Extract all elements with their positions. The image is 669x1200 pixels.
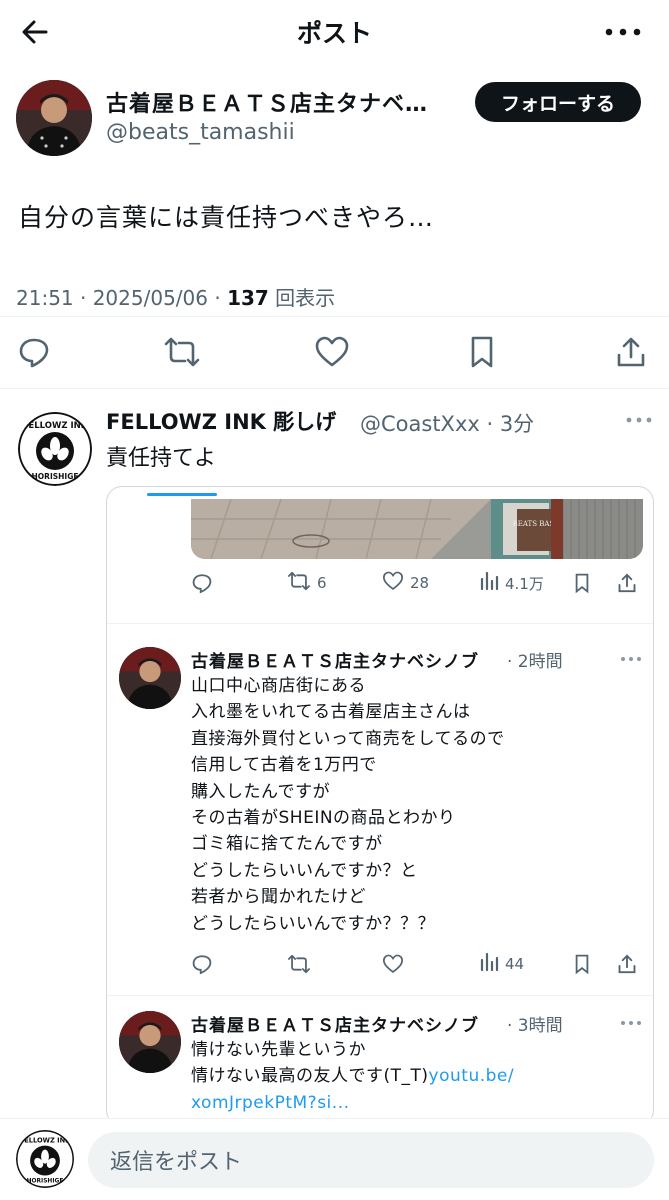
reply-text: 責任持てよ (106, 446, 217, 471)
body-line: 信用して古着を1万円で (191, 755, 377, 776)
views-count: 4.1万 (505, 574, 544, 593)
share-icon[interactable] (617, 949, 637, 979)
like-count: 28 (410, 574, 430, 592)
scroll-indicator (147, 493, 217, 496)
quoted-avatar[interactable] (119, 647, 181, 709)
body-line: 入れ墨をいれてる古着屋店主さんは (191, 702, 471, 723)
post-timestamp: 21:51 · 2025/05/06 · (16, 286, 228, 310)
page-title: ポスト (296, 19, 372, 48)
views-count: 44 (505, 955, 525, 973)
quoted-tweet-body: 情けない先輩というか 情けない最高の友人です(T_T)youtu.be/ xom… (191, 1037, 514, 1116)
youtube-link[interactable]: xomJrpekPtM?si... (191, 1090, 514, 1116)
reply-handle-time[interactable]: @CoastXxx · 3分 (360, 408, 534, 438)
analytics-icon (479, 571, 499, 595)
share-icon[interactable] (617, 568, 637, 598)
views-label: 回表示 (268, 286, 336, 310)
more-horizontal-icon[interactable] (619, 1015, 643, 1029)
quoted-actions-1: 6 28 4.1万 (107, 568, 653, 598)
avatar-text-bottom: HORISHIGE (27, 1179, 64, 1185)
street-photo: BEATS BASE (191, 499, 643, 559)
body-line: 情けない先輩というか (191, 1040, 366, 1060)
views-stat[interactable]: 4.1万 (479, 568, 544, 598)
quoted-avatar[interactable] (119, 1011, 181, 1073)
reply-author-name[interactable]: FELLOWZ INK 彫しげ (106, 406, 336, 436)
body-line: 情けない最高の友人です(T_T)youtu.be/ (191, 1063, 514, 1089)
reply-attached-image[interactable]: BEATS BASE 6 28 4.1万 古着屋ＢＥＡＴＳ店主タナベシノブ · … (106, 486, 654, 1126)
quoted-actions-2: 44 (107, 949, 653, 979)
post-actions (0, 330, 669, 374)
avatar-text-top: FELLOWZ INK (23, 421, 88, 431)
author-avatar[interactable] (16, 80, 92, 156)
like-icon (382, 570, 404, 596)
body-line: 購入したんですが (191, 781, 331, 802)
top-bar: ポスト (0, 0, 669, 64)
divider (107, 623, 653, 624)
views-count: 137 (227, 286, 269, 310)
divider (0, 388, 669, 389)
body-line: 山口中心商店街にある (191, 676, 366, 696)
body-line: 若者から聞かれたけど (191, 887, 366, 908)
analytics-icon (479, 952, 499, 976)
youtube-link[interactable]: youtu.be/ (429, 1066, 515, 1086)
views-stat[interactable]: 44 (479, 949, 524, 979)
divider (0, 316, 669, 317)
like-icon[interactable] (312, 330, 352, 374)
quoted-time: · 3時間 (507, 1016, 563, 1036)
like-icon[interactable] (382, 949, 404, 979)
more-horizontal-icon[interactable] (619, 651, 643, 665)
quoted-tweet-body: 山口中心商店街にある 入れ墨をいれてる古着屋店主さんは 直接海外買付といって商売… (191, 673, 505, 937)
retweet-count: 6 (317, 574, 327, 592)
body-line: 直接海外買付といって商売をしてるので (191, 728, 505, 749)
divider (107, 995, 653, 996)
reply-avatar[interactable]: FELLOWZ INK HORISHIGE (18, 412, 92, 486)
reply-icon[interactable] (191, 949, 213, 979)
reply-input[interactable]: 返信をポスト (88, 1132, 654, 1188)
avatar-text-top: FELLOWZ INK (20, 1137, 72, 1145)
bookmark-icon[interactable] (573, 949, 591, 979)
reply-icon[interactable] (191, 568, 213, 598)
quoted-author-name[interactable]: 古着屋ＢＥＡＴＳ店主タナベシノブ (191, 1011, 479, 1036)
post-text: 自分の言葉には責任持つべきやろ… (18, 203, 435, 232)
body-text: 情けない最高の友人です(T_T) (191, 1066, 429, 1087)
body-line: どうしたらいいんですか？と (191, 860, 418, 881)
reply-icon[interactable] (14, 330, 54, 374)
avatar-text-bottom: HORISHIGE (32, 472, 79, 481)
author-handle[interactable]: @beats_tamashii (106, 120, 295, 145)
retweet-icon (287, 570, 311, 596)
post-meta: 21:51 · 2025/05/06 · 137 回表示 (16, 282, 335, 311)
retweet-icon[interactable] (287, 949, 311, 979)
author-name[interactable]: 古着屋ＢＥＡＴＳ店主タナベ… (106, 86, 456, 118)
more-horizontal-icon[interactable] (598, 12, 648, 52)
body-line: どうしたらいいんですか？？？ (191, 913, 436, 934)
body-line: その古着がSHEINの商品とわかり (191, 808, 456, 829)
like-stat[interactable]: 28 (382, 568, 429, 598)
quoted-author-name[interactable]: 古着屋ＢＥＡＴＳ店主タナベシノブ (191, 647, 479, 672)
bookmark-icon[interactable] (573, 568, 591, 598)
share-icon[interactable] (611, 330, 651, 374)
current-user-avatar[interactable]: FELLOWZ INK HORISHIGE (16, 1130, 74, 1188)
body-line: ゴミ箱に捨てたんですが (191, 834, 383, 855)
more-horizontal-icon[interactable] (624, 410, 654, 430)
follow-button[interactable]: フォローする (475, 82, 641, 122)
bookmark-icon[interactable] (462, 330, 502, 374)
retweet-stat[interactable]: 6 (287, 568, 327, 598)
retweet-icon[interactable] (162, 330, 202, 374)
quoted-time: · 2時間 (507, 652, 563, 672)
